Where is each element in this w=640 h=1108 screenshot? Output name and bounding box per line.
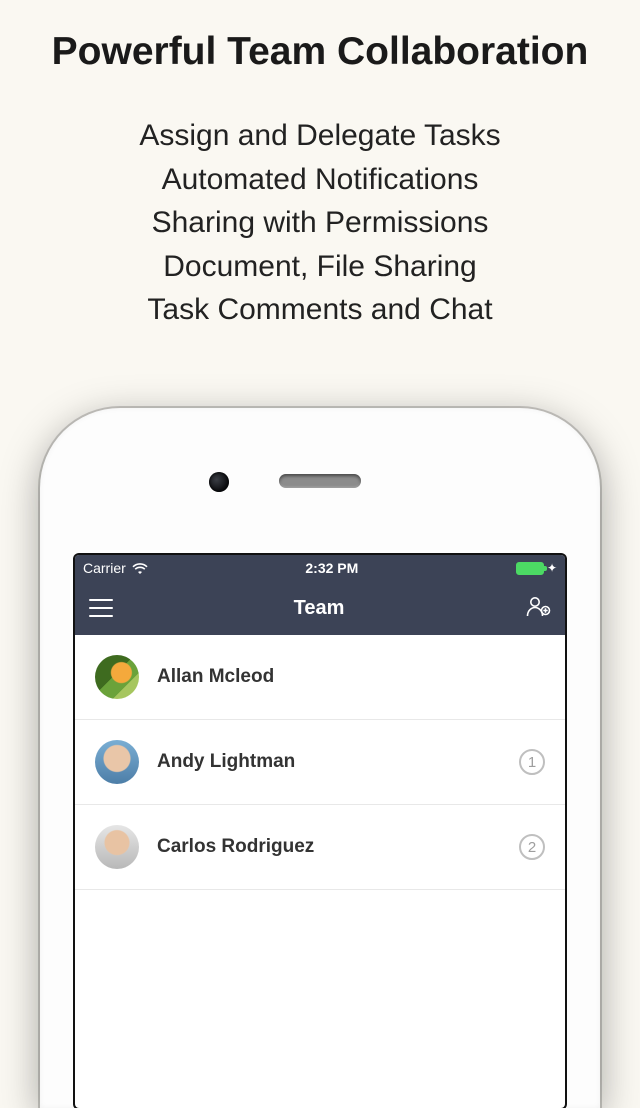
- phone-screen: Carrier 2:32 PM ✦ Team: [75, 555, 565, 1108]
- list-item[interactable]: Allan Mcleod: [75, 635, 565, 720]
- battery-icon: ✦: [516, 561, 557, 575]
- team-member-name: Carlos Rodriguez: [157, 836, 519, 858]
- carrier-label: Carrier: [83, 560, 126, 576]
- menu-icon[interactable]: [89, 599, 113, 617]
- promo-bullet: Sharing with Permissions: [0, 201, 640, 245]
- add-person-icon[interactable]: [525, 594, 551, 623]
- phone-speaker: [279, 474, 361, 488]
- promo-bullet: Automated Notifications: [0, 158, 640, 202]
- avatar: [95, 740, 139, 784]
- list-item[interactable]: Andy Lightman 1: [75, 720, 565, 805]
- list-item[interactable]: Carlos Rodriguez 2: [75, 805, 565, 890]
- phone-frame: Carrier 2:32 PM ✦ Team: [40, 408, 600, 1108]
- nav-title: Team: [294, 597, 345, 620]
- status-bar: Carrier 2:32 PM ✦: [75, 555, 565, 581]
- team-member-name: Andy Lightman: [157, 751, 519, 773]
- nav-bar: Team: [75, 581, 565, 635]
- status-time: 2:32 PM: [148, 560, 516, 576]
- wifi-icon: [132, 562, 148, 574]
- avatar: [95, 825, 139, 869]
- promo-bullet: Assign and Delegate Tasks: [0, 114, 640, 158]
- count-badge: 2: [519, 834, 545, 860]
- promo-title: Powerful Team Collaboration: [0, 30, 640, 74]
- count-badge: 1: [519, 749, 545, 775]
- promo-bullet: Task Comments and Chat: [0, 288, 640, 332]
- avatar: [95, 655, 139, 699]
- phone-camera: [209, 472, 229, 492]
- team-list: Allan Mcleod Andy Lightman 1 Carlos Rodr…: [75, 635, 565, 890]
- team-member-name: Allan Mcleod: [157, 666, 545, 688]
- promo-bullet: Document, File Sharing: [0, 245, 640, 289]
- promo-feature-list: Assign and Delegate Tasks Automated Noti…: [0, 114, 640, 332]
